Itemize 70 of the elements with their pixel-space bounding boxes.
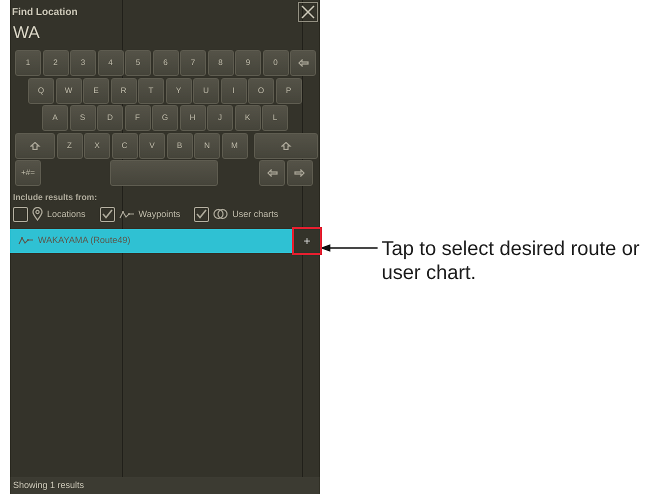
check-icon	[102, 209, 113, 220]
keyboard-key[interactable]: 8	[208, 50, 234, 76]
keyboard-key[interactable]: A	[42, 105, 68, 131]
keyboard-key[interactable]: Q	[28, 78, 54, 104]
keyboard-key[interactable]: 2	[42, 50, 68, 76]
keyboard-key[interactable]: E	[83, 78, 109, 104]
check-icon	[196, 209, 208, 220]
keyboard-key[interactable]: 0	[262, 50, 288, 76]
keyboard-key[interactable]: D	[97, 105, 123, 131]
keyboard-key[interactable]: S	[70, 105, 96, 131]
results-status: Showing 1 results	[10, 476, 320, 494]
keyboard-key[interactable]: 3	[70, 50, 96, 76]
keyboard-key[interactable]: M	[222, 132, 248, 158]
keyboard-key[interactable]: V	[139, 132, 165, 158]
keyboard-key[interactable]: R	[110, 78, 136, 104]
keyboard-key[interactable]: 9	[235, 50, 261, 76]
keyboard-key[interactable]: W	[56, 78, 82, 104]
keyboard-key[interactable]: Y	[166, 78, 192, 104]
keyboard-key[interactable]: +#=	[15, 160, 41, 186]
shift-icon	[280, 142, 292, 150]
shift-icon	[30, 142, 40, 150]
callout-arrow	[320, 242, 378, 254]
highlight-frame	[292, 226, 322, 255]
callout-text: Tap to select desired route or user chart.	[382, 237, 641, 285]
filter-label: Locations	[47, 208, 86, 220]
pin-icon	[32, 207, 43, 222]
keyboard-key[interactable]: U	[193, 78, 219, 104]
backspace-key[interactable]	[290, 50, 316, 76]
include-results-label: Include results from:	[13, 191, 98, 204]
keyboard-key[interactable]: X	[84, 132, 110, 158]
keyboard-key[interactable]: 6	[152, 50, 178, 76]
keyboard-key[interactable]: P	[276, 78, 302, 104]
keyboard-key[interactable]: N	[194, 132, 220, 158]
right-arrow-icon	[294, 169, 305, 177]
checkbox[interactable]	[194, 206, 210, 222]
keyboard-key[interactable]: T	[138, 78, 164, 104]
keyboard-key[interactable]: G	[152, 105, 178, 131]
keyboard-key[interactable]: 1	[15, 50, 41, 76]
filter-label: Waypoints	[138, 208, 180, 221]
backspace-icon	[298, 59, 308, 67]
keyboard-key[interactable]: J	[207, 105, 233, 131]
close-button[interactable]	[298, 2, 318, 22]
keyboard-key[interactable]: K	[234, 105, 260, 131]
keyboard-key[interactable]: O	[248, 78, 274, 104]
checkbox[interactable]	[100, 206, 115, 222]
search-query-text[interactable]: WA	[10, 22, 320, 44]
keyboard-key[interactable]: B	[166, 132, 192, 158]
keyboard-key[interactable]: Z	[56, 132, 82, 158]
right-arrow-key[interactable]	[286, 160, 312, 186]
filter-label: User charts	[232, 208, 278, 220]
keyboard-key[interactable]: L	[262, 105, 288, 131]
keyboard-key[interactable]: H	[180, 105, 206, 131]
keyboard-key[interactable]: 4	[98, 50, 124, 76]
checkbox[interactable]	[13, 206, 28, 222]
left-arrow-icon	[266, 169, 278, 177]
result-label: WAKAYAMA (Route49)	[38, 234, 130, 247]
overlapping-circles-icon	[213, 208, 228, 220]
left-arrow-key[interactable]	[259, 160, 285, 186]
keyboard-key[interactable]: 7	[180, 50, 206, 76]
close-icon	[301, 5, 315, 19]
route-icon	[118, 210, 135, 219]
dialog-title: Find Location	[12, 6, 78, 20]
keyboard-key[interactable]: 5	[125, 50, 151, 76]
keyboard-key[interactable]: I	[220, 78, 246, 104]
keyboard-key[interactable]: F	[124, 105, 150, 131]
add-button[interactable]: +	[294, 228, 320, 253]
route-icon	[18, 236, 34, 246]
result-row[interactable]: WAKAYAMA (Route49) +	[10, 228, 320, 253]
keyboard-key[interactable]: C	[112, 132, 138, 158]
shift-key[interactable]	[15, 132, 55, 158]
